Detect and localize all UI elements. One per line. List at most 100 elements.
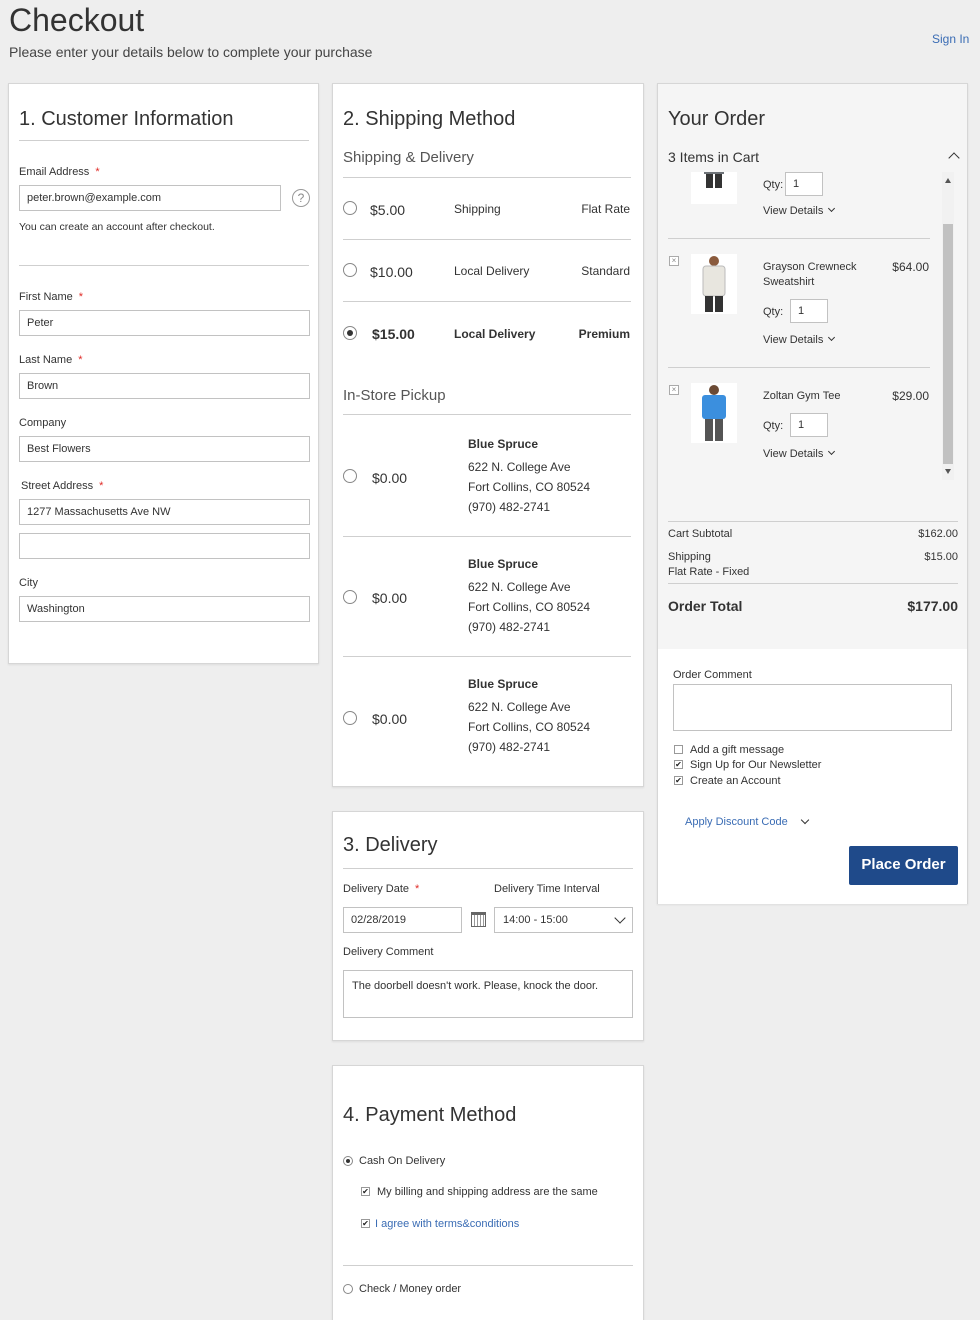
order-comment-label: Order Comment <box>673 669 752 681</box>
item-name: Grayson Crewneck Sweatshirt <box>763 261 857 288</box>
scroll-down-arrow-icon[interactable] <box>945 469 951 474</box>
shipping-method-title: 2. Shipping Method <box>343 108 516 130</box>
shipping-rate-radio[interactable] <box>343 263 357 277</box>
first-name-field[interactable]: Peter <box>19 310 310 336</box>
remove-item-icon[interactable]: × <box>669 385 679 395</box>
store-name: Blue Spruce <box>468 677 539 691</box>
sign-in-link[interactable]: Sign In <box>932 32 969 46</box>
shipping-delivery-heading: Shipping & Delivery <box>343 149 474 166</box>
order-summary-panel: Your Order 3 Items in Cart Qty: 1 View D… <box>657 83 968 904</box>
view-details-toggle[interactable]: View Details <box>763 447 836 460</box>
cart-scrollbar[interactable] <box>942 172 954 480</box>
divider <box>19 265 309 266</box>
street-address-label: Street Address * <box>21 480 103 492</box>
scroll-up-arrow-icon[interactable] <box>945 178 951 183</box>
email-label: Email Address * <box>19 166 100 178</box>
calendar-icon[interactable] <box>471 912 486 927</box>
item-price: $29.00 <box>892 389 929 403</box>
first-name-label: First Name * <box>19 291 83 303</box>
chevron-down-icon <box>828 447 836 456</box>
agree-terms-link[interactable]: I agree with terms&conditions <box>375 1218 519 1230</box>
order-comment-field[interactable] <box>673 684 952 731</box>
gift-message-checkbox[interactable] <box>674 745 683 754</box>
delivery-comment-label: Delivery Comment <box>343 946 434 958</box>
head <box>709 385 719 395</box>
store-radio[interactable] <box>343 590 357 604</box>
help-icon[interactable]: ? <box>292 189 310 207</box>
scroll-thumb[interactable] <box>943 224 953 464</box>
company-label: Company <box>19 417 67 429</box>
delivery-date-field[interactable]: 02/28/2019 <box>343 907 462 933</box>
last-name-label-text: Last Name <box>19 354 73 366</box>
qty-label: Qty: <box>763 306 784 318</box>
store-phone: (970) 482-2741 <box>468 620 551 634</box>
shipping-rate-method: Local Delivery <box>454 327 536 341</box>
shirt-leg <box>715 296 723 312</box>
store-phone: (970) 482-2741 <box>468 500 551 514</box>
qty-field[interactable]: 1 <box>790 299 828 323</box>
city-field[interactable]: Washington <box>19 596 310 622</box>
divider <box>668 521 958 522</box>
shirt-body <box>702 395 726 419</box>
divider <box>668 367 930 368</box>
shipping-rate-radio-selected[interactable] <box>343 326 357 340</box>
shirt-leg <box>705 419 713 441</box>
first-name-label-text: First Name <box>19 291 73 303</box>
shipping-rate-radio[interactable] <box>343 201 357 215</box>
email-hint: You can create an account after checkout… <box>19 221 215 233</box>
cart-subtotal-value: $162.00 <box>918 528 958 540</box>
cash-on-delivery-radio[interactable] <box>343 1156 353 1166</box>
store-price: $0.00 <box>372 590 408 606</box>
chevron-up-icon[interactable] <box>948 152 960 164</box>
view-details-toggle[interactable]: View Details <box>763 333 836 346</box>
last-name-field[interactable]: Brown <box>19 373 310 399</box>
divider <box>343 656 631 657</box>
cash-on-delivery-label[interactable]: Cash On Delivery <box>359 1155 445 1167</box>
divider <box>343 536 631 537</box>
shipping-rate-method: Local Delivery <box>454 264 530 278</box>
email-label-text: Email Address <box>19 166 90 178</box>
item-price: $64.00 <box>892 260 929 274</box>
view-details-toggle[interactable]: View Details <box>763 204 836 217</box>
company-field[interactable]: Best Flowers <box>19 436 310 462</box>
shirt-body <box>702 265 726 297</box>
shipping-rate-carrier: Premium <box>578 327 630 341</box>
gift-message-label[interactable]: Add a gift message <box>690 744 784 756</box>
delivery-comment-field[interactable]: The doorbell doesn't work. Please, knock… <box>343 970 633 1018</box>
item-name: Zoltan Gym Tee <box>763 390 841 402</box>
store-radio[interactable] <box>343 469 357 483</box>
store-city: Fort Collins, CO 80524 <box>468 600 591 614</box>
same-address-label[interactable]: My billing and shipping address are the … <box>377 1186 598 1198</box>
street-address-field-1[interactable]: 1277 Massachusetts Ave NW <box>19 499 310 525</box>
create-account-label[interactable]: Create an Account <box>690 775 781 787</box>
agree-terms-checkbox[interactable]: ✔ <box>361 1219 370 1228</box>
items-in-cart-toggle[interactable]: 3 Items in Cart <box>668 149 759 165</box>
required-mark: * <box>78 291 84 303</box>
newsletter-checkbox[interactable]: ✔ <box>674 760 683 769</box>
store-radio[interactable] <box>343 711 357 725</box>
sweatshirt-image-icon <box>702 256 726 312</box>
qty-field[interactable]: 1 <box>785 172 823 196</box>
create-account-checkbox[interactable]: ✔ <box>674 776 683 785</box>
street-address-field-2[interactable] <box>19 533 310 559</box>
cart-items-list[interactable]: Qty: 1 View Details × Grayson Crewneck S… <box>658 172 956 482</box>
order-total-value: $177.00 <box>907 598 958 614</box>
required-mark: * <box>78 354 83 366</box>
city-label: City <box>19 577 38 589</box>
shirt-body <box>704 172 724 174</box>
place-order-button[interactable]: Place Order <box>849 846 958 885</box>
shipping-method-panel: 2. Shipping Method Shipping & Delivery $… <box>332 83 644 787</box>
same-address-checkbox[interactable]: ✔ <box>361 1187 370 1196</box>
in-store-pickup-heading: In-Store Pickup <box>343 387 446 404</box>
delivery-interval-select[interactable]: 14:00 - 15:00 <box>494 907 633 933</box>
order-summary-title: Your Order <box>668 108 766 130</box>
qty-field[interactable]: 1 <box>790 413 828 437</box>
page-title: Checkout <box>9 2 145 38</box>
apply-discount-toggle[interactable]: Apply Discount Code <box>685 815 809 828</box>
newsletter-label[interactable]: Sign Up for Our Newsletter <box>690 759 821 771</box>
email-field[interactable]: peter.brown@example.com <box>19 185 281 211</box>
remove-item-icon[interactable]: × <box>669 256 679 266</box>
check-money-order-radio[interactable] <box>343 1284 353 1294</box>
divider <box>19 140 309 141</box>
check-money-order-label[interactable]: Check / Money order <box>359 1283 461 1295</box>
